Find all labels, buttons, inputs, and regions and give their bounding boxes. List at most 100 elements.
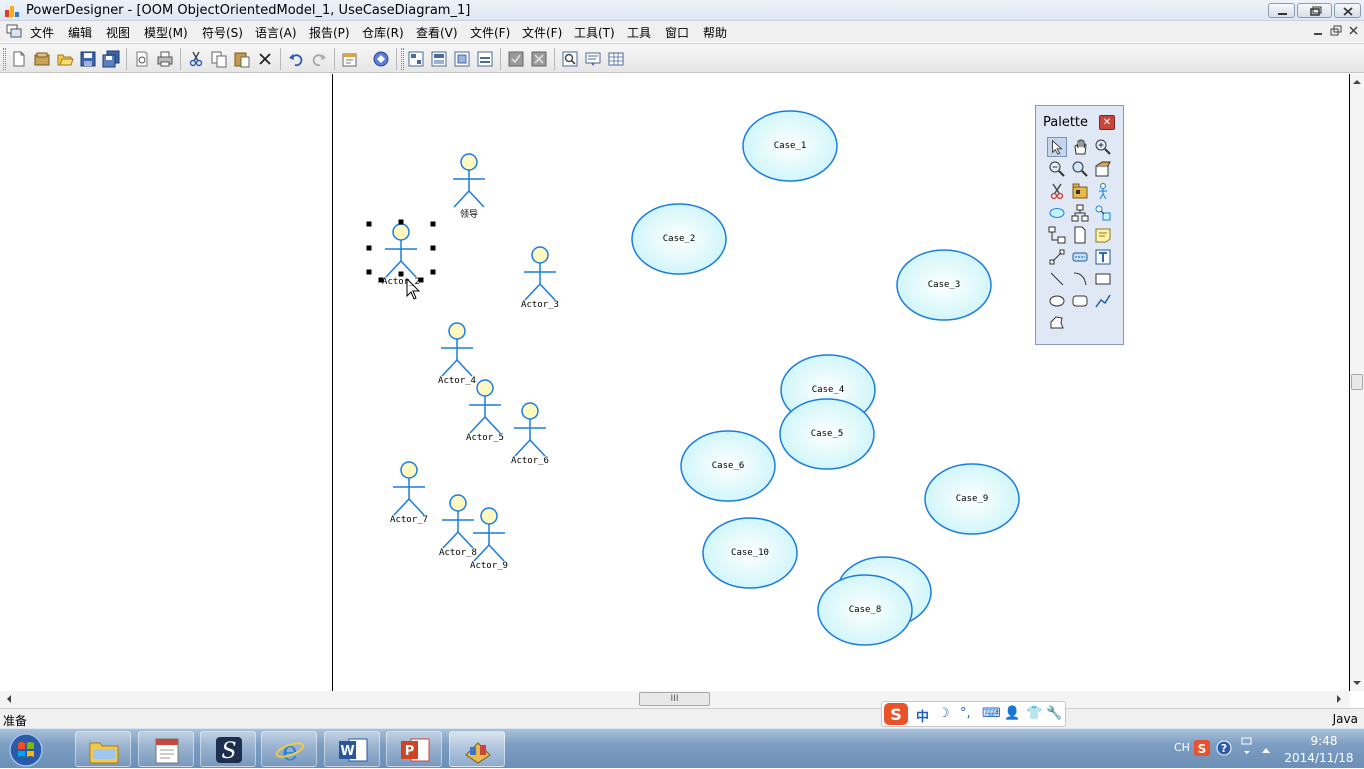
dependency-icon[interactable] <box>1070 247 1090 267</box>
selection-handle[interactable] <box>366 269 372 275</box>
menu-tools[interactable]: 工具(T) <box>574 24 615 41</box>
rounded-rect-icon[interactable] <box>1070 291 1090 311</box>
menu-file[interactable]: 文件 <box>30 24 54 41</box>
grid-icon[interactable] <box>607 50 625 68</box>
class-icon[interactable] <box>1070 203 1090 223</box>
save-icon[interactable] <box>79 50 97 68</box>
sogou-tray-icon[interactable]: S <box>1194 740 1210 756</box>
mdi-minimize-icon[interactable] <box>1310 24 1326 38</box>
menu-file-3[interactable]: 文件(F) <box>522 24 562 41</box>
actor[interactable] <box>469 379 501 434</box>
close-button[interactable] <box>1334 3 1361 18</box>
punctuation-icon[interactable]: °, <box>960 706 971 721</box>
menu-report[interactable]: 报告(P) <box>309 24 350 41</box>
vertical-scrollbar[interactable] <box>1350 74 1364 691</box>
paste-icon[interactable] <box>233 50 251 68</box>
delete-icon[interactable] <box>1047 181 1067 201</box>
text-icon[interactable] <box>1093 247 1113 267</box>
menu-window[interactable]: 窗口 <box>665 24 689 41</box>
taskbar-explorer[interactable] <box>75 731 131 767</box>
scroll-down-icon[interactable] <box>1350 677 1364 689</box>
ellipse-icon[interactable] <box>1047 291 1067 311</box>
vertical-scroll-thumb[interactable] <box>1351 374 1363 390</box>
menu-repository[interactable]: 仓库(R) <box>362 24 404 41</box>
menu-tools-2[interactable]: 工具 <box>627 24 651 41</box>
selection-handle[interactable] <box>430 269 436 275</box>
use-case-icon[interactable] <box>1047 203 1067 223</box>
line-icon[interactable] <box>1047 269 1067 289</box>
interface-icon[interactable] <box>1093 203 1113 223</box>
mdi-restore-icon[interactable] <box>1328 24 1344 38</box>
horizontal-scroll-thumb[interactable]: III <box>639 692 710 706</box>
zoom-out-icon[interactable] <box>1047 159 1067 179</box>
actor[interactable] <box>514 402 546 457</box>
print-preview-icon[interactable] <box>133 50 151 68</box>
rectangle-icon[interactable] <box>1093 269 1113 289</box>
polyline-icon[interactable] <box>1093 291 1113 311</box>
layout-2-icon[interactable] <box>430 50 448 68</box>
user-icon[interactable]: 👤 <box>1004 706 1020 721</box>
open-icon[interactable] <box>56 50 74 68</box>
clock-time[interactable]: 9:48 <box>1291 734 1357 748</box>
actor[interactable] <box>385 223 417 278</box>
actor[interactable] <box>473 507 505 562</box>
zoom-area-icon[interactable] <box>1070 159 1090 179</box>
document-window-icon[interactable] <box>6 24 22 39</box>
actor[interactable] <box>441 322 473 377</box>
show-hidden-icons-icon[interactable] <box>1260 745 1272 755</box>
save-all-icon[interactable] <box>102 50 120 68</box>
menu-query[interactable]: 查看(V) <box>416 24 458 41</box>
object-browser-panel[interactable] <box>0 74 333 691</box>
check-icon[interactable] <box>507 50 525 68</box>
taskbar-notepad-app[interactable] <box>138 731 194 767</box>
layout-1-icon[interactable] <box>407 50 425 68</box>
properties-icon[interactable] <box>341 50 359 68</box>
zoom-fit-icon[interactable] <box>561 50 579 68</box>
new-icon[interactable] <box>10 50 28 68</box>
taskbar-word[interactable]: W <box>324 731 380 767</box>
network-icon[interactable] <box>1240 737 1254 759</box>
sogou-logo-icon[interactable]: S <box>883 702 909 726</box>
moon-icon[interactable]: ☽ <box>938 706 950 721</box>
polygon-icon[interactable] <box>1047 313 1067 333</box>
zoom-in-icon[interactable] <box>1093 137 1113 157</box>
actor[interactable] <box>453 153 485 208</box>
scroll-up-icon[interactable] <box>1350 76 1364 88</box>
selection-handle[interactable] <box>430 221 436 227</box>
restore-button[interactable] <box>1297 3 1332 18</box>
selection-handle[interactable] <box>398 219 404 225</box>
list-icon[interactable] <box>584 50 602 68</box>
association-icon[interactable] <box>1047 247 1067 267</box>
selection-handle[interactable] <box>398 271 404 277</box>
generate-icon[interactable] <box>530 50 548 68</box>
print-icon[interactable] <box>156 50 174 68</box>
menu-language[interactable]: 语言(A) <box>255 24 297 41</box>
redo-icon[interactable] <box>310 50 328 68</box>
actor[interactable] <box>393 461 425 516</box>
layout-4-icon[interactable] <box>476 50 494 68</box>
minimize-button[interactable] <box>1268 3 1295 18</box>
actor[interactable] <box>524 246 556 301</box>
actor-icon[interactable] <box>1093 181 1113 201</box>
pointer-icon[interactable] <box>1047 137 1067 157</box>
menu-edit[interactable]: 编辑 <box>68 24 92 41</box>
copy-icon[interactable] <box>210 50 228 68</box>
toolbar-grip[interactable] <box>401 48 404 70</box>
delete-icon[interactable] <box>256 50 274 68</box>
toolbar-grip[interactable] <box>3 48 6 70</box>
skin-icon[interactable]: 👕 <box>1026 706 1042 721</box>
horizontal-scrollbar[interactable]: III <box>0 691 1350 708</box>
keyboard-icon[interactable]: ⌨ <box>982 706 1001 721</box>
arc-icon[interactable] <box>1070 269 1090 289</box>
help-icon[interactable]: ? <box>1216 740 1232 756</box>
actor[interactable] <box>442 494 474 549</box>
diagram-canvas[interactable]: Case_1 Case_2 Case_3 Case_4 Case_5 Case_6 Case… <box>333 74 1350 691</box>
cut-icon[interactable] <box>187 50 205 68</box>
taskbar-powerdesigner[interactable] <box>449 731 505 767</box>
menu-file-2[interactable]: 文件(F) <box>470 24 510 41</box>
selection-handle[interactable] <box>366 245 372 251</box>
menu-help[interactable]: 帮助 <box>703 24 727 41</box>
package-icon[interactable] <box>1070 181 1090 201</box>
mdi-close-icon[interactable] <box>1346 24 1362 38</box>
generalization-icon[interactable] <box>1047 225 1067 245</box>
